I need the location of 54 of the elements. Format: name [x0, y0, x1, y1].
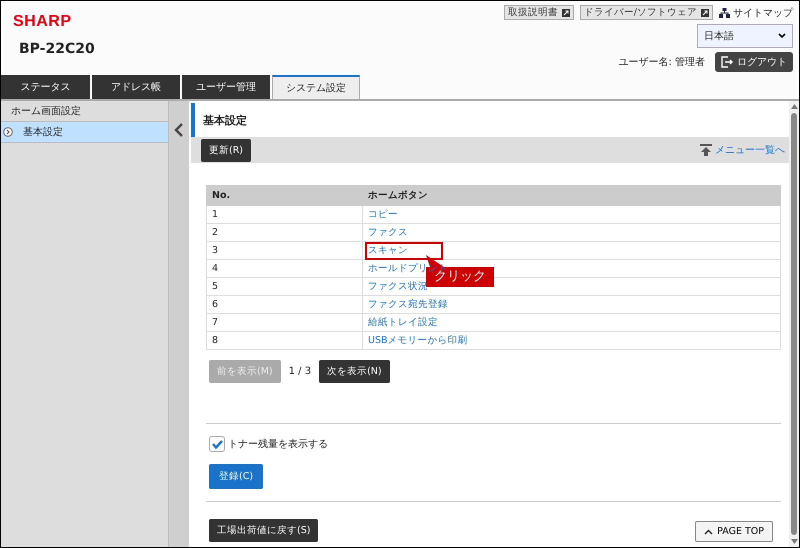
table-cell: 3	[206, 242, 362, 260]
user-name-label: ユーザー名: 管理者	[618, 56, 705, 69]
scroll-down-icon	[790, 539, 798, 544]
nav-tab[interactable]: システム設定	[272, 75, 360, 99]
nav-tab[interactable]: ステータス	[1, 75, 90, 99]
home-button-link[interactable]: ファクス	[368, 227, 408, 238]
logout-button[interactable]: ログアウト	[715, 52, 793, 72]
table-cell: 6	[206, 296, 362, 314]
table-cell: 8	[206, 332, 362, 350]
home-button-link[interactable]: スキャン	[368, 245, 408, 256]
table-cell: 5	[206, 278, 362, 296]
checkbox[interactable]	[209, 436, 225, 452]
nav-tab[interactable]: アドレス帳	[92, 75, 180, 99]
factory-reset-button[interactable]: 工場出荷値に戻す(S)	[209, 519, 318, 542]
sidebar-label: 基本設定	[23, 126, 63, 139]
column-header: No.	[206, 186, 362, 206]
next-button[interactable]: 次を表示(N)	[319, 360, 390, 383]
external-link-icon	[562, 8, 570, 16]
menu-list-link[interactable]: メニュー一覧へ	[715, 143, 785, 157]
table-cell: 1	[206, 206, 362, 224]
scrollbar-thumb[interactable]	[791, 113, 797, 535]
upload-arrow-icon	[700, 144, 712, 156]
external-link-icon	[701, 8, 709, 16]
home-button-link[interactable]: コピー	[368, 209, 398, 220]
chevron-circle-icon	[3, 127, 13, 137]
logout-icon	[721, 56, 733, 68]
sitemap-link[interactable]: サイトマップ	[733, 6, 793, 20]
checkbox-label: トナー残量を表示する	[228, 438, 328, 451]
chevron-up-icon	[704, 528, 714, 534]
register-button[interactable]: 登録(C)	[209, 464, 264, 489]
language-select[interactable]: 日本語	[697, 24, 793, 48]
home-button-link[interactable]: ファクス状況	[368, 281, 428, 292]
nav-tab[interactable]: ユーザー管理	[182, 75, 270, 99]
table-cell: 7	[206, 314, 362, 332]
sidebar-item[interactable]: 基本設定	[1, 122, 168, 143]
scroll-up-icon	[790, 104, 798, 109]
page-indicator: 1 / 3	[288, 366, 312, 377]
column-header: ホームボタン	[362, 186, 780, 206]
page-top-button[interactable]: PAGE TOP	[695, 521, 773, 542]
chevron-down-icon	[778, 33, 786, 39]
brand-logo: SHARP	[13, 13, 73, 31]
home-button-link[interactable]: ファクス宛先登録	[368, 299, 448, 310]
update-button[interactable]: 更新(R)	[201, 138, 252, 162]
table-cell: 4	[206, 260, 362, 278]
sitemap-icon	[719, 8, 730, 18]
collapse-icon[interactable]	[174, 123, 184, 137]
sidebar-label: ホーム画面設定	[11, 104, 81, 118]
home-button-link[interactable]: 給紙トレイ設定	[368, 317, 438, 328]
manual-link[interactable]: 取扱説明書	[504, 5, 574, 20]
check-icon	[212, 440, 222, 448]
manual-link[interactable]: ドライバー/ソフトウェア	[580, 5, 713, 20]
home-button-link[interactable]: USBメモリーから印刷	[368, 335, 468, 346]
model-name: BP-22C20	[18, 41, 95, 57]
table-cell: 2	[206, 224, 362, 242]
